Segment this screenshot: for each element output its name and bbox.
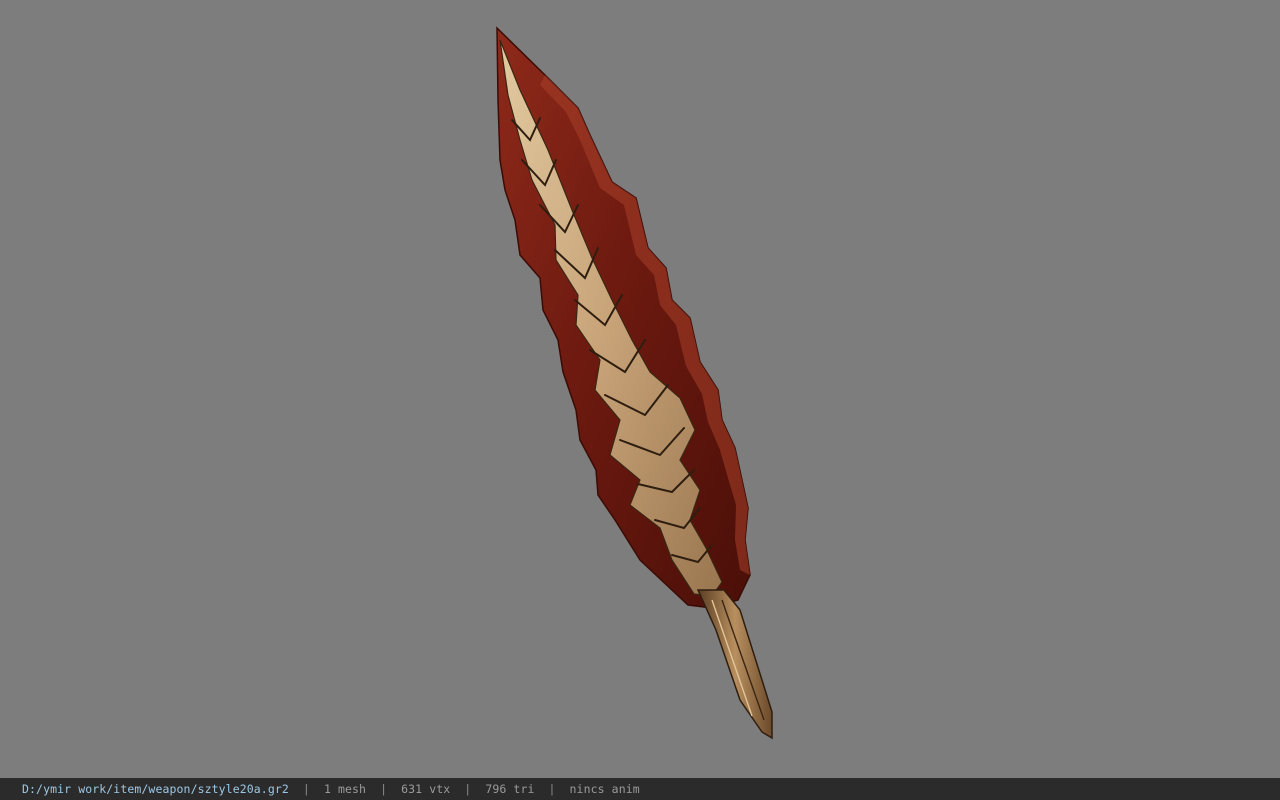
- file-path-label: D:/ymir work/item/weapon/sztyle20a.gr2: [22, 782, 289, 796]
- animation-info-label: nincs anim: [569, 782, 640, 796]
- 3d-viewport[interactable]: [0, 0, 1280, 778]
- status-bar: D:/ymir work/item/weapon/sztyle20a.gr2 |…: [0, 778, 1280, 800]
- triangle-count-label: 796 tri: [485, 782, 535, 796]
- mesh-count-label: 1 mesh: [323, 782, 367, 796]
- status-separator: |: [380, 782, 388, 796]
- vertex-count-label: 631 vtx: [401, 782, 451, 796]
- model-viewer-window: D:/ymir work/item/weapon/sztyle20a.gr2 |…: [0, 0, 1280, 800]
- status-separator: |: [464, 782, 472, 796]
- blade-outer-edge: [496, 26, 751, 609]
- sword-blade-model[interactable]: [0, 0, 1280, 778]
- status-separator: |: [548, 782, 556, 796]
- status-separator: |: [302, 782, 310, 796]
- sword-hilt: [696, 589, 773, 740]
